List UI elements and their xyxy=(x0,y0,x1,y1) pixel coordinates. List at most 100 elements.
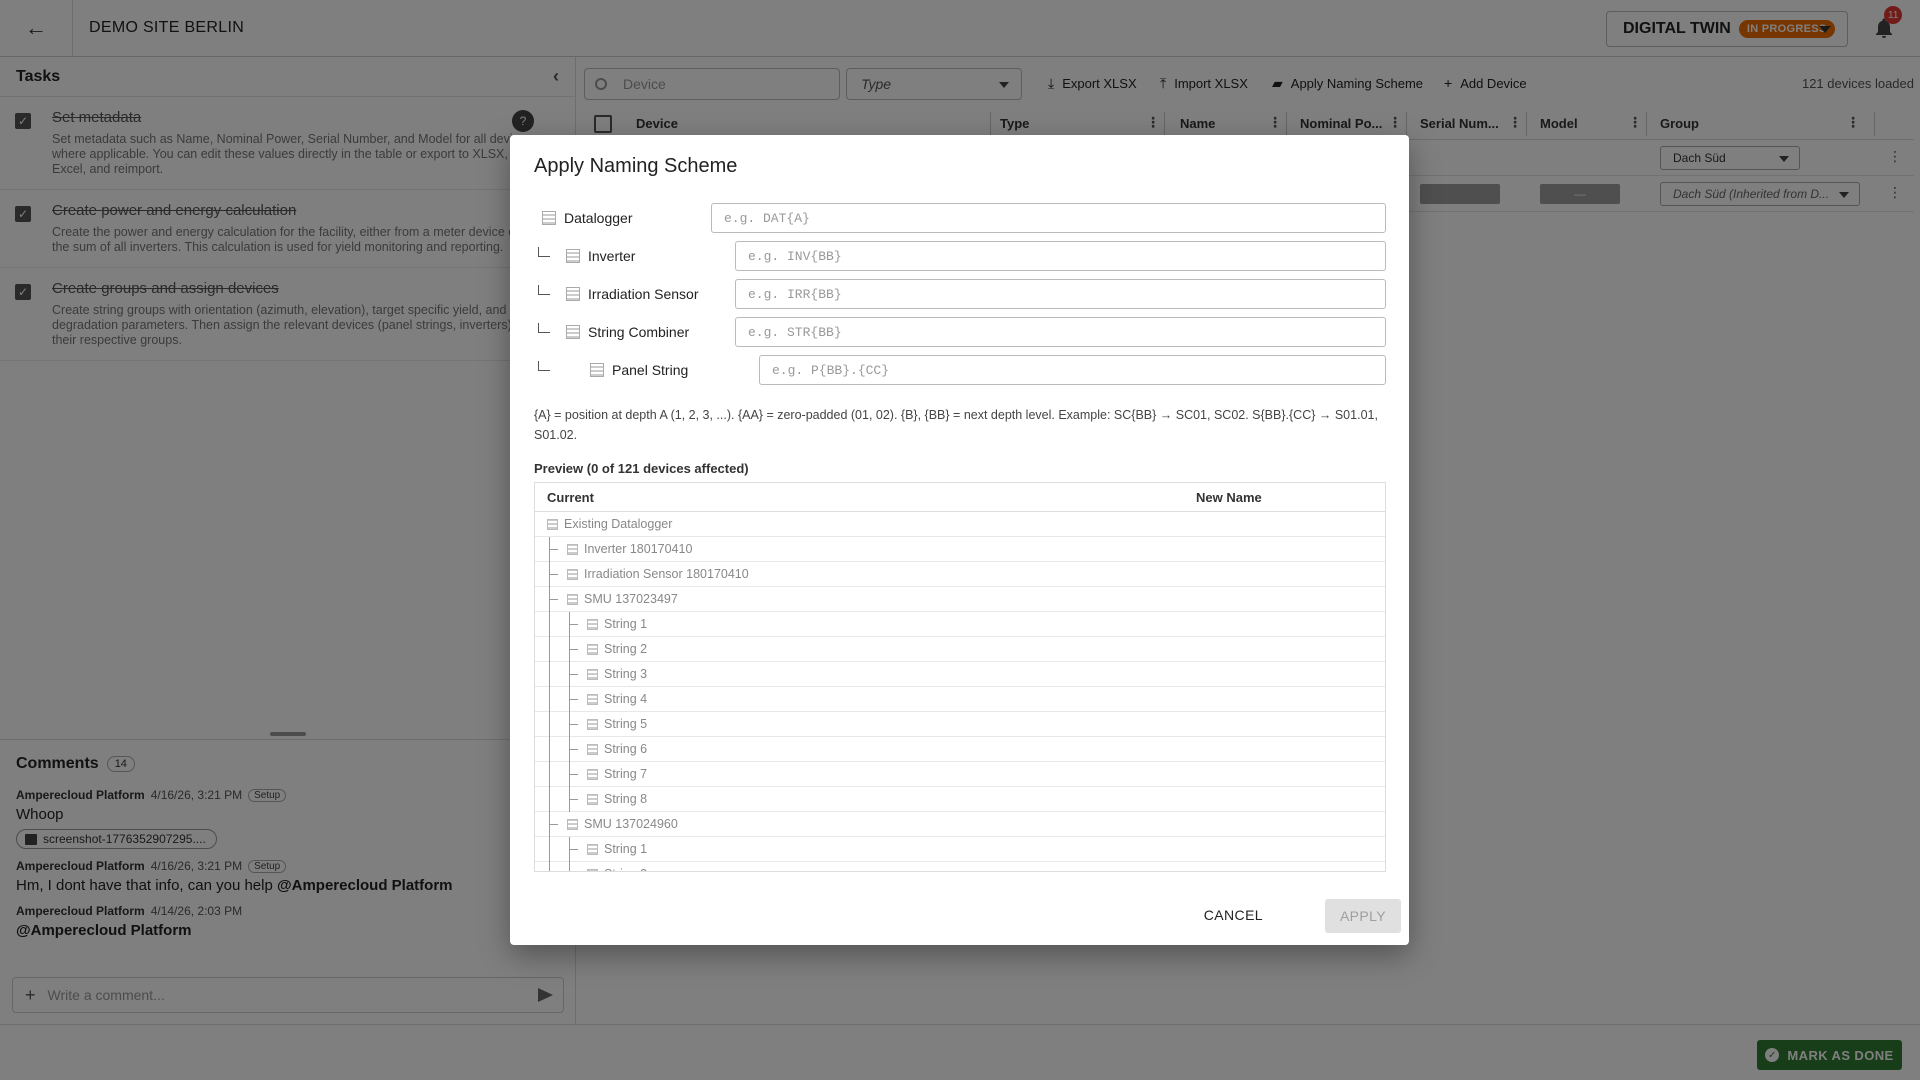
tree-line xyxy=(549,612,550,637)
tree-line xyxy=(569,687,570,712)
tree-branch xyxy=(569,849,578,850)
preview-row: Irradiation Sensor 180170410 xyxy=(535,562,1385,587)
string-combiner-pattern-input[interactable] xyxy=(735,317,1386,347)
tree-branch xyxy=(569,624,578,625)
tree-line xyxy=(569,787,570,812)
inverter-pattern-input[interactable] xyxy=(735,241,1386,271)
device-icon xyxy=(587,844,598,855)
tree-line xyxy=(569,637,570,662)
device-icon xyxy=(587,769,598,780)
preview-table-body[interactable]: Existing Datalogger Inverter 180170410 Irr… xyxy=(535,512,1385,871)
device-icon xyxy=(587,744,598,755)
preview-device-name: Irradiation Sensor 180170410 xyxy=(584,567,749,581)
preview-table-header: Current New Name xyxy=(535,483,1385,512)
preview-row: String 2 xyxy=(535,862,1385,871)
preview-device-name: String 1 xyxy=(604,617,648,631)
tree-line xyxy=(549,662,550,687)
tree-branch xyxy=(549,824,558,825)
device-icon xyxy=(587,794,598,805)
preview-row: Existing Datalogger xyxy=(535,512,1385,537)
preview-row: String 3 xyxy=(535,662,1385,687)
tree-line xyxy=(569,737,570,762)
tree-branch xyxy=(549,599,558,600)
naming-scheme-dialog: Apply Naming Scheme Datalogger Inverter … xyxy=(510,135,1409,945)
device-icon xyxy=(587,719,598,730)
device-icon xyxy=(547,519,558,530)
device-icon xyxy=(587,869,598,871)
preview-row: String 7 xyxy=(535,762,1385,787)
preview-row: String 8 xyxy=(535,787,1385,812)
sensor-icon xyxy=(566,287,580,301)
tree-line xyxy=(549,737,550,762)
preview-row: String 4 xyxy=(535,687,1385,712)
panel-string-icon xyxy=(590,363,604,377)
device-icon xyxy=(567,544,578,555)
device-icon xyxy=(587,619,598,630)
preview-row: Inverter 180170410 xyxy=(535,537,1385,562)
tree-branch xyxy=(569,799,578,800)
tree-line xyxy=(569,712,570,737)
panel-string-pattern-input[interactable] xyxy=(759,355,1386,385)
tree-connector xyxy=(538,285,550,295)
tree-line xyxy=(569,612,570,637)
tree-branch xyxy=(549,549,558,550)
preview-row: String 1 xyxy=(535,612,1385,637)
preview-row: String 5 xyxy=(535,712,1385,737)
cancel-button[interactable]: CANCEL xyxy=(1194,899,1273,931)
device-icon xyxy=(567,569,578,580)
preview-device-name: String 7 xyxy=(604,767,648,781)
tree-branch xyxy=(569,699,578,700)
naming-level-irradiation-sensor: Irradiation Sensor xyxy=(534,279,1386,309)
preview-row: String 1 xyxy=(535,837,1385,862)
preview-device-name: SMU 137024960 xyxy=(584,817,678,831)
device-icon xyxy=(587,694,598,705)
tree-line xyxy=(549,787,550,812)
preview-row: String 2 xyxy=(535,637,1385,662)
preview-row: String 6 xyxy=(535,737,1385,762)
tree-connector xyxy=(538,361,550,371)
tree-line xyxy=(569,662,570,687)
preview-device-name: Inverter 180170410 xyxy=(584,542,693,556)
naming-level-inverter: Inverter xyxy=(534,241,1386,271)
naming-level-panel-string: Panel String xyxy=(534,355,1386,385)
device-icon xyxy=(567,594,578,605)
tree-line xyxy=(569,837,570,862)
apply-button[interactable]: APPLY xyxy=(1325,899,1401,933)
tree-line xyxy=(549,837,550,862)
column-header-new-name: New Name xyxy=(1196,490,1262,505)
pattern-help-text: {A} = position at depth A (1, 2, 3, ...)… xyxy=(534,408,1378,442)
tree-line xyxy=(549,637,550,662)
dialog-title: Apply Naming Scheme xyxy=(534,155,738,177)
tree-connector xyxy=(538,247,550,257)
datalogger-pattern-input[interactable] xyxy=(711,203,1386,233)
preview-device-name: String 5 xyxy=(604,717,648,731)
preview-device-name: String 1 xyxy=(604,842,648,856)
device-icon xyxy=(567,819,578,830)
preview-device-name: String 2 xyxy=(604,867,647,871)
preview-row: SMU 137023497 xyxy=(535,587,1385,612)
preview-label: Preview (0 of 121 devices affected) xyxy=(534,461,749,476)
tree-line xyxy=(569,862,570,871)
tree-line xyxy=(549,712,550,737)
tree-branch xyxy=(569,724,578,725)
device-icon xyxy=(587,644,598,655)
preview-device-name: Existing Datalogger xyxy=(564,517,673,531)
tree-branch xyxy=(569,649,578,650)
naming-level-string-combiner: String Combiner xyxy=(534,317,1386,347)
inverter-icon xyxy=(566,249,580,263)
irradiation-sensor-pattern-input[interactable] xyxy=(735,279,1386,309)
column-header-current: Current xyxy=(547,490,594,505)
preview-table: Current New Name Existing Datalogger Inve… xyxy=(534,482,1386,872)
tree-line xyxy=(569,762,570,787)
preview-device-name: String 3 xyxy=(604,667,648,681)
preview-device-name: String 8 xyxy=(604,792,648,806)
tree-branch xyxy=(549,574,558,575)
preview-device-name: String 6 xyxy=(604,742,648,756)
tree-line xyxy=(549,762,550,787)
tree-branch xyxy=(569,774,578,775)
preview-row: SMU 137024960 xyxy=(535,812,1385,837)
string-combiner-icon xyxy=(566,325,580,339)
tree-line xyxy=(549,862,550,871)
tree-line xyxy=(549,687,550,712)
tree-branch xyxy=(569,749,578,750)
